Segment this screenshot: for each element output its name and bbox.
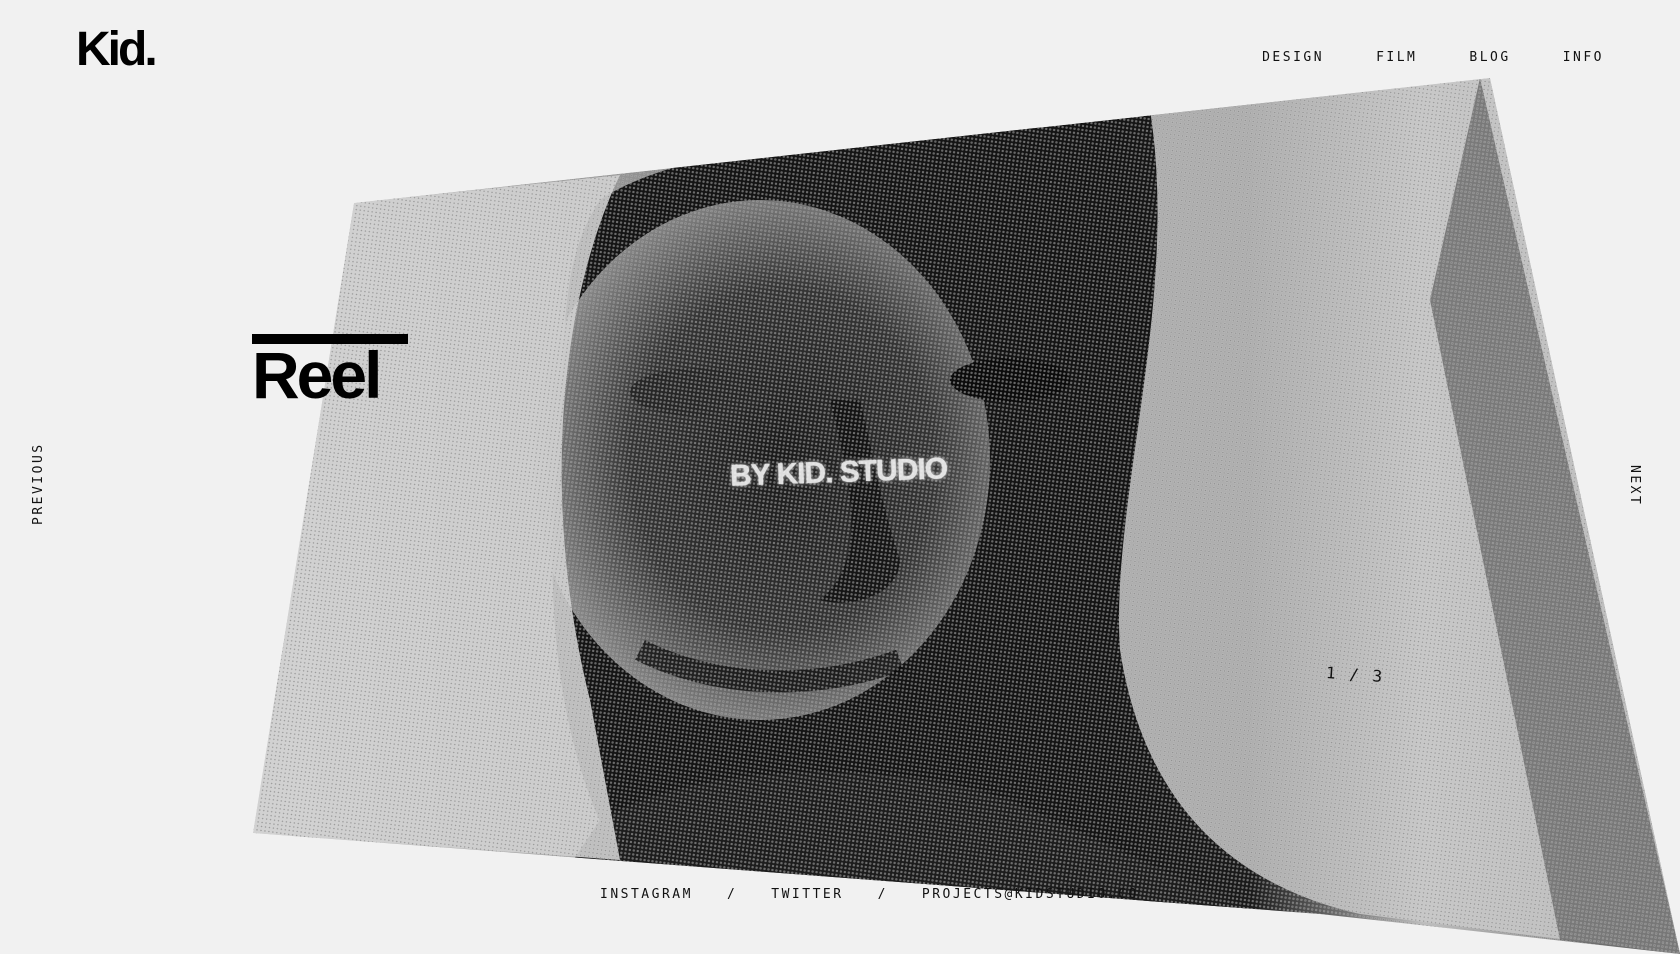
slide-title[interactable]: Reel	[252, 342, 382, 408]
logo[interactable]: Kid.	[76, 22, 158, 77]
nav-item-blog[interactable]: BLOG	[1469, 50, 1510, 65]
instagram-link[interactable]: INSTAGRAM	[600, 887, 693, 902]
footer-links: INSTAGRAM / TWITTER / PROJECTS@KIDSTUDIO…	[600, 887, 1139, 902]
next-button[interactable]: NEXT	[1627, 465, 1642, 506]
previous-button[interactable]: PREVIOUS	[31, 442, 46, 525]
slide-caption: BY KID. STUDIO	[729, 452, 948, 493]
email-link[interactable]: PROJECTS@KIDSTUDIO.CO	[922, 887, 1139, 902]
slide-counter: 1 / 3	[1325, 662, 1385, 687]
footer-separator: /	[726, 887, 738, 902]
footer-separator: /	[877, 887, 888, 902]
nav-item-info[interactable]: INFO	[1563, 50, 1604, 65]
nav-item-design[interactable]: DESIGN	[1262, 50, 1324, 65]
nav-item-film[interactable]: FILM	[1376, 50, 1417, 65]
main-nav: DESIGN FILM BLOG INFO	[1262, 50, 1604, 65]
twitter-link[interactable]: TWITTER	[771, 887, 843, 902]
